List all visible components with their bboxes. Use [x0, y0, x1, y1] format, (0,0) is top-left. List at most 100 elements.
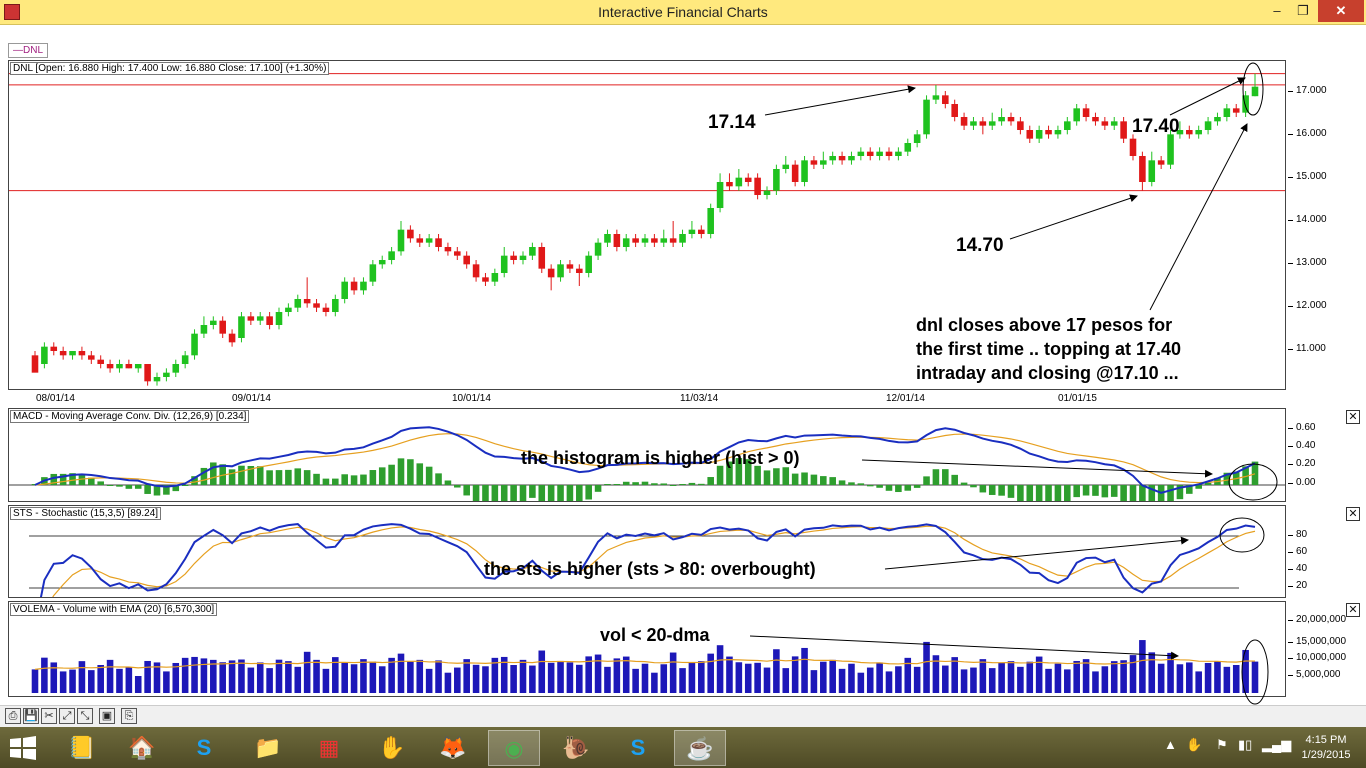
candle-body: [641, 238, 649, 243]
volume-panel[interactable]: VOLEMA - Volume with EMA (20) [6,570,300…: [8, 601, 1286, 697]
candle-body: [566, 264, 574, 269]
sts-panel[interactable]: STS - Stochastic (15,3,5) [89.24]: [8, 505, 1286, 598]
macd-axis-tick: 0.20: [1287, 458, 1316, 469]
tray-battery-icon[interactable]: ▮▯: [1238, 737, 1252, 753]
macd-histogram-bar: [425, 466, 433, 485]
candle-body: [1195, 130, 1202, 135]
candle-body: [228, 333, 236, 343]
date-label: 08/01/14: [36, 393, 75, 404]
taskbar-app-skype-2[interactable]: S: [612, 730, 664, 766]
macd-histogram-bar: [585, 485, 592, 500]
macd-histogram-bar: [932, 469, 940, 485]
volume-bar: [294, 666, 302, 693]
macd-histogram-bar: [848, 482, 855, 485]
candle-body: [529, 247, 536, 256]
fit-icon[interactable]: ▣: [99, 708, 115, 724]
candle-body: [378, 260, 386, 265]
volume-bar: [970, 667, 977, 693]
taskbar-app-hand[interactable]: ✋: [366, 730, 418, 766]
candle-body: [979, 121, 987, 126]
macd-histogram-bar: [1035, 485, 1043, 501]
candle-body: [482, 277, 489, 282]
volume-bar: [285, 661, 292, 693]
volume-bar: [163, 671, 170, 693]
volume-bar: [698, 661, 705, 693]
annotation-14-70: 14.70: [956, 235, 1004, 256]
volume-bar: [266, 668, 273, 693]
maximize-button[interactable]: ❐: [1290, 0, 1316, 22]
candle-body: [303, 299, 311, 304]
macd-histogram-bar: [106, 485, 114, 486]
macd-axis-tick: 0.00: [1287, 477, 1316, 488]
tray-expand-icon[interactable]: ▲: [1164, 737, 1177, 752]
volume-bar: [1007, 661, 1015, 693]
macd-histogram-bar: [679, 484, 686, 485]
copy-icon[interactable]: ⎘: [121, 708, 137, 724]
candle-body: [857, 151, 865, 156]
annotation-17-40: 17.40: [1132, 116, 1180, 137]
zoom-out-icon[interactable]: ⤡: [77, 708, 93, 724]
price-axis-tick: 17.000: [1288, 85, 1327, 96]
volume-close-button[interactable]: ✕: [1346, 603, 1360, 617]
tray-hand-icon[interactable]: ✋: [1186, 737, 1202, 753]
close-window-button[interactable]: ✕: [1318, 0, 1364, 22]
volume-bar: [829, 659, 836, 693]
taskbar-app-java[interactable]: ☕: [674, 730, 726, 766]
candle-body: [144, 364, 151, 382]
taskbar-app-explorer[interactable]: 📁: [242, 730, 294, 766]
volume-axis-tick: 10,000,000: [1287, 652, 1347, 663]
volume-bar: [519, 659, 527, 693]
candle-body: [1157, 160, 1165, 165]
annotation-note-line1: dnl closes above 17 pesos for: [916, 315, 1173, 335]
volume-bar: [763, 667, 771, 693]
volume-bar: [622, 656, 630, 693]
candle-body: [613, 234, 621, 247]
candle-body: [942, 95, 949, 104]
taskbar-app-snail[interactable]: 🐌: [550, 730, 602, 766]
zoom-in-icon[interactable]: ⤢: [59, 708, 75, 724]
candle-body: [651, 238, 658, 243]
taskbar-app-chrome[interactable]: ◉: [488, 730, 540, 766]
symbol-legend-chip[interactable]: —DNL: [8, 43, 49, 58]
volume-bar: [754, 662, 761, 693]
macd-histogram-bar: [407, 459, 414, 485]
macd-histogram-bar: [322, 478, 330, 485]
volume-bar: [951, 657, 958, 693]
volume-bar: [866, 667, 874, 693]
volume-bar: [69, 669, 76, 693]
macd-close-button[interactable]: ✕: [1346, 410, 1360, 424]
tray-signal-icon[interactable]: ▂▄▆: [1262, 737, 1291, 753]
sts-axis-tick: 80: [1287, 529, 1308, 540]
taskbar-app-firefox[interactable]: 🦊: [427, 730, 479, 766]
save-icon[interactable]: 💾: [23, 708, 39, 724]
candle-body: [669, 238, 677, 243]
taskbar-app-home[interactable]: 🏠: [116, 730, 168, 766]
candle-body: [153, 377, 161, 382]
taskbar-app-notes[interactable]: 📒: [56, 730, 108, 766]
tray-flag-icon[interactable]: ⚑: [1216, 737, 1228, 753]
volume-bar: [463, 659, 470, 693]
taskbar-app-skype[interactable]: S: [178, 730, 230, 766]
annotation-volume: vol < 20-dma: [600, 625, 710, 645]
candle-body: [1232, 108, 1240, 113]
volume-bar: [125, 667, 133, 693]
volume-bar: [454, 667, 461, 693]
macd-histogram-bar: [238, 465, 245, 485]
taskbar-clock[interactable]: 4:15 PM 1/29/2015: [1290, 733, 1362, 763]
macd-histogram-bar: [557, 485, 564, 501]
taskbar-app-grid[interactable]: ▦: [303, 730, 355, 766]
minimize-button[interactable]: –: [1264, 0, 1290, 22]
sts-axis: 80 60 40 20: [1286, 505, 1348, 598]
sts-close-button[interactable]: ✕: [1346, 507, 1360, 521]
candle-body: [341, 281, 348, 299]
candle-body: [998, 117, 1005, 122]
macd-histogram-bar: [988, 485, 996, 495]
windows-start-icon[interactable]: [10, 736, 36, 760]
price-axis-tick: 14.000: [1288, 214, 1327, 225]
cut-icon[interactable]: ✂: [41, 708, 57, 724]
window-title-bar: Interactive Financial Charts – ❐ ✕: [0, 0, 1366, 25]
candle-body: [294, 299, 302, 308]
volume-bar: [59, 671, 67, 693]
print-icon[interactable]: ⎙: [5, 708, 21, 724]
macd-histogram-bar: [1045, 485, 1052, 501]
